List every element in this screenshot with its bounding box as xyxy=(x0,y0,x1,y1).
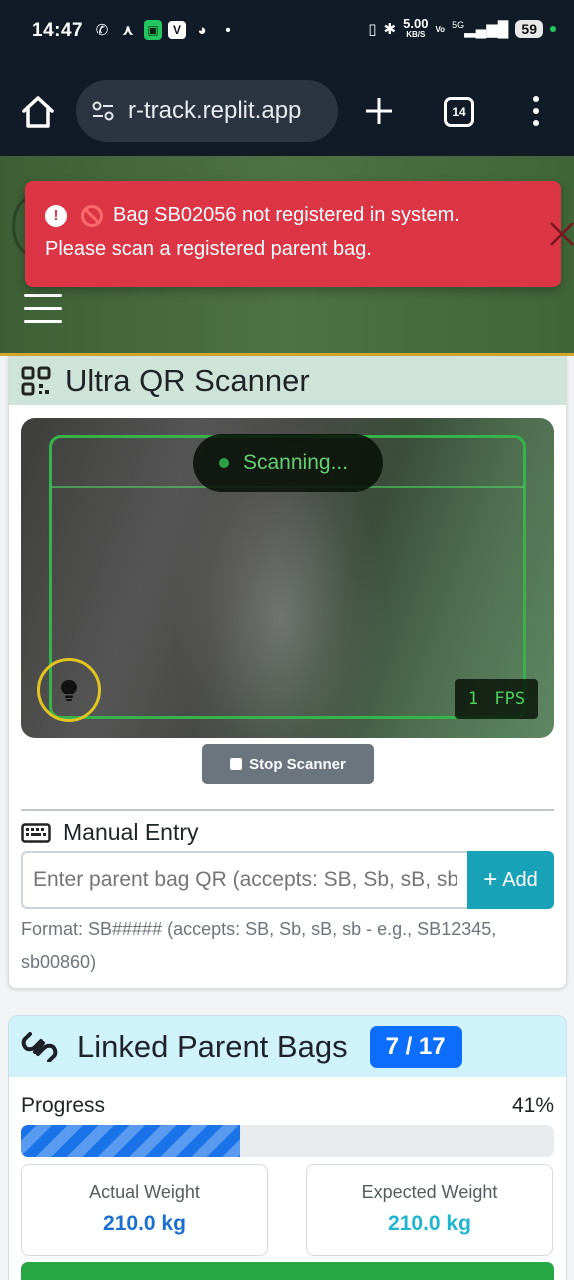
app-v-icon: V xyxy=(168,21,186,39)
vibrate-icon: ▯ xyxy=(368,21,377,38)
complete-button[interactable] xyxy=(21,1262,554,1280)
privacy-dot-icon xyxy=(550,26,556,32)
format-help-text: Format: SB##### (accepts: SB, Sb, sB, sb… xyxy=(21,919,497,972)
scanner-card-header: Ultra QR Scanner xyxy=(9,357,566,405)
expected-weight-label: Expected Weight xyxy=(361,1182,498,1202)
address-bar[interactable]: r-track.replit.app xyxy=(76,80,338,142)
torch-button[interactable] xyxy=(37,658,101,722)
progress-fill xyxy=(21,1125,240,1157)
bluetooth-icon: ✱ xyxy=(383,21,397,38)
scanner-card: Ultra QR Scanner Scanning... 1 FPS Stop … xyxy=(8,356,567,989)
actual-weight-label: Actual Weight xyxy=(89,1182,200,1202)
close-icon[interactable] xyxy=(549,221,574,247)
app-a-icon: ⋏ xyxy=(121,22,135,39)
signal-icon: 5G▂▄▆█ xyxy=(452,20,509,38)
net-speed: 5.00 KB/S xyxy=(403,16,429,39)
qr-code-icon xyxy=(21,366,51,396)
stop-scanner-button[interactable]: Stop Scanner xyxy=(202,744,374,784)
plus-icon: + xyxy=(483,866,498,893)
fps-counter: 1 FPS xyxy=(455,679,538,719)
status-dot-icon xyxy=(219,458,229,468)
alert-message-line1: Bag SB02056 not registered in system. xyxy=(113,204,460,226)
home-icon[interactable] xyxy=(18,92,58,132)
url-text[interactable]: r-track.replit.app xyxy=(128,97,328,125)
prohibited-icon xyxy=(81,205,103,227)
stop-icon xyxy=(230,758,243,770)
lightbulb-icon xyxy=(61,680,77,701)
manual-entry-heading: Manual Entry xyxy=(21,819,199,846)
system-icons: ▯ ✱ 5.00 KB/S Vo 5G▂▄▆█ 59 xyxy=(368,16,556,40)
site-settings-icon[interactable] xyxy=(88,96,118,126)
notification-icons: ✆ ⋏ ▣ V ◕ • xyxy=(92,20,238,40)
volte-icon: Vo xyxy=(435,24,446,34)
tab-switcher-button[interactable]: 14 xyxy=(444,97,474,127)
parent-bag-qr-input[interactable] xyxy=(21,851,467,909)
progress-percent: 41% xyxy=(511,1094,554,1117)
error-alert: ! Bag SB02056 not registered in system. … xyxy=(25,181,574,287)
linked-bags-title: Linked Parent Bags xyxy=(77,1028,348,1064)
battery-icon: 59 xyxy=(515,20,543,38)
app-circle-icon: ◕ xyxy=(197,21,207,39)
expected-weight-value: 210.0 kg xyxy=(388,1212,471,1235)
scanner-title: Ultra QR Scanner xyxy=(65,363,310,398)
status-bar: 14:47 ✆ ⋏ ▣ V ◕ • ▯ ✱ 5.00 KB/S Vo 5G▂▄▆█… xyxy=(0,0,574,66)
actual-weight-box: Actual Weight 210.0 kg xyxy=(21,1164,268,1256)
keyboard-icon xyxy=(21,822,51,843)
divider xyxy=(21,809,554,811)
browser-toolbar: r-track.replit.app 14 xyxy=(0,66,574,156)
linked-bags-header: Linked Parent Bags 7 / 17 xyxy=(9,1016,566,1077)
linked-count-badge: 7 / 17 xyxy=(369,1025,462,1068)
clock: 14:47 xyxy=(32,20,84,41)
overflow-menu-icon[interactable] xyxy=(526,94,546,128)
more-dot-icon: • xyxy=(225,21,231,39)
scanning-status-badge: Scanning... xyxy=(193,434,383,492)
progress-bar xyxy=(21,1125,554,1157)
progress-label: Progress xyxy=(21,1094,106,1117)
new-tab-icon[interactable] xyxy=(362,94,396,128)
add-button[interactable]: + Add xyxy=(467,851,554,909)
actual-weight-value: 210.0 kg xyxy=(103,1212,186,1235)
link-icon xyxy=(21,1031,58,1062)
expected-weight-box: Expected Weight 210.0 kg xyxy=(306,1164,553,1256)
manual-entry-title: Manual Entry xyxy=(63,819,199,845)
linked-bags-card: Linked Parent Bags 7 / 17 Progress 41% A… xyxy=(8,1015,567,1280)
whatsapp-icon: ✆ xyxy=(95,22,109,39)
app-green-icon: ▣ xyxy=(144,20,162,40)
alert-message-line2: Please scan a registered parent bag. xyxy=(45,238,372,260)
camera-preview: Scanning... 1 FPS xyxy=(21,418,554,738)
hamburger-menu-icon[interactable] xyxy=(24,294,62,326)
scanning-status-text: Scanning... xyxy=(243,451,349,474)
exclamation-circle-icon: ! xyxy=(45,205,67,227)
